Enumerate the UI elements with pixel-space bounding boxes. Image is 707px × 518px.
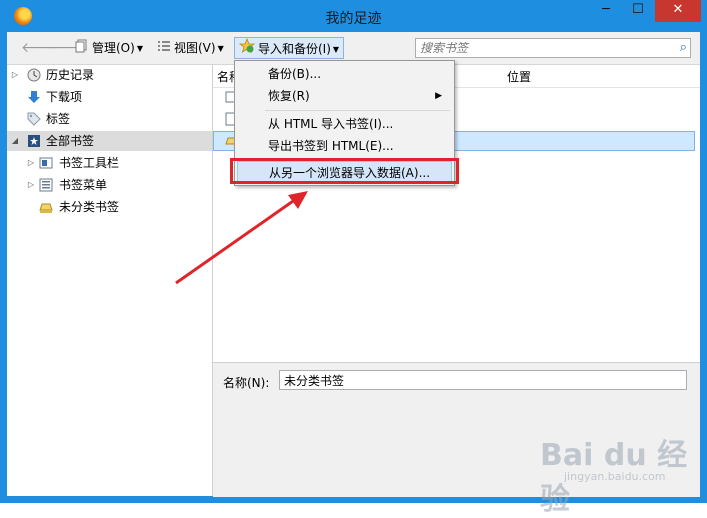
views-icon — [157, 38, 171, 60]
sidebar-item-label: 标签 — [46, 112, 71, 126]
menu-item-label: 从 HTML 导入书签(I)... — [268, 117, 394, 131]
menu-item-export-html[interactable]: 导出书签到 HTML(E)... — [237, 135, 452, 157]
submenu-arrow-icon: ▶ — [435, 91, 442, 101]
tag-icon — [27, 112, 41, 126]
menu-separator — [265, 110, 450, 111]
maximize-button[interactable]: ☐ — [624, 0, 652, 22]
sidebar-item-label: 历史记录 — [46, 68, 95, 82]
import-backup-menu: 备份(B)... 恢复(R) ▶ 从 HTML 导入书签(I)... 导出书签到 … — [234, 60, 455, 186]
menu-item-label: 备份(B)... — [268, 67, 322, 81]
sidebar-item-all-bookmarks[interactable]: ◢ 全部书签 — [7, 131, 212, 151]
title-bar[interactable]: 我的足迹 ─ ☐ ✕ — [0, 0, 707, 32]
sidebar-item-label: 书签工具栏 — [59, 156, 120, 170]
chevron-down-icon: ▼ — [332, 44, 340, 54]
views-label: 视图(V) — [174, 41, 216, 55]
menu-item-backup[interactable]: 备份(B)... — [237, 63, 452, 85]
menu-item-label: 从另一个浏览器导入数据(A)... — [269, 166, 431, 180]
menu-item-import-html[interactable]: 从 HTML 导入书签(I)... — [237, 113, 452, 135]
expand-twisty-icon[interactable]: ▷ — [26, 153, 36, 173]
menu-item-restore[interactable]: 恢复(R) ▶ — [237, 85, 452, 107]
column-location-header[interactable]: 位置 — [507, 68, 531, 85]
import-backup-button[interactable]: 导入和备份(I) ▼ — [234, 37, 345, 61]
expand-twisty-icon[interactable]: ▷ — [26, 175, 36, 195]
back-arrow-icon[interactable]: 🡐 — [21, 40, 59, 56]
menu-item-import-from-browser[interactable]: 从另一个浏览器导入数据(A)... — [237, 161, 452, 183]
menu-item-label: 恢复(R) — [268, 89, 310, 103]
annotation-arrow-icon — [175, 191, 308, 285]
bookmarks-menu-icon — [39, 178, 53, 192]
close-button[interactable]: ✕ — [655, 0, 701, 22]
sidebar-item-label: 下载项 — [46, 90, 83, 104]
minimize-button[interactable]: ─ — [592, 0, 620, 22]
search-box[interactable]: ⌕ — [415, 38, 691, 58]
views-button[interactable]: 视图(V) ▼ — [153, 37, 228, 59]
name-label: 名称(N): — [223, 376, 270, 390]
app-window: 我的足迹 ─ ☐ ✕ 🡐 🡒 管理(O) ▼ 视图(V) ▼ 导入和备份(I) ▼ — [0, 0, 707, 517]
search-icon[interactable]: ⌕ — [680, 40, 687, 55]
download-arrow-icon — [28, 91, 40, 103]
history-clock-icon — [27, 68, 41, 82]
name-field[interactable] — [279, 370, 687, 390]
forward-arrow-icon[interactable]: 🡒 — [45, 40, 83, 56]
chevron-down-icon: ▼ — [136, 43, 143, 53]
menu-separator — [265, 158, 450, 159]
bookmarks-toolbar-icon — [39, 157, 53, 169]
organize-button[interactable]: 管理(O) ▼ — [71, 37, 147, 59]
import-star-icon — [238, 37, 256, 61]
unsorted-bookmarks-icon — [39, 203, 53, 213]
organize-label: 管理(O) — [92, 41, 135, 55]
import-backup-label: 导入和备份(I) — [258, 42, 331, 56]
sidebar-item-label: 全部书签 — [46, 134, 95, 148]
collapse-twisty-icon[interactable]: ◢ — [10, 131, 20, 151]
all-bookmarks-icon — [28, 135, 40, 147]
sidebar-item-label: 未分类书签 — [59, 200, 120, 214]
details-panel: 名称(N): — [213, 362, 700, 497]
menu-item-label: 导出书签到 HTML(E)... — [268, 139, 394, 153]
chevron-down-icon: ▼ — [217, 43, 224, 53]
expand-twisty-icon[interactable]: ▷ — [10, 65, 20, 85]
sidebar-item-label: 书签菜单 — [59, 178, 108, 192]
organize-icon — [75, 38, 89, 60]
search-input[interactable] — [418, 40, 670, 56]
